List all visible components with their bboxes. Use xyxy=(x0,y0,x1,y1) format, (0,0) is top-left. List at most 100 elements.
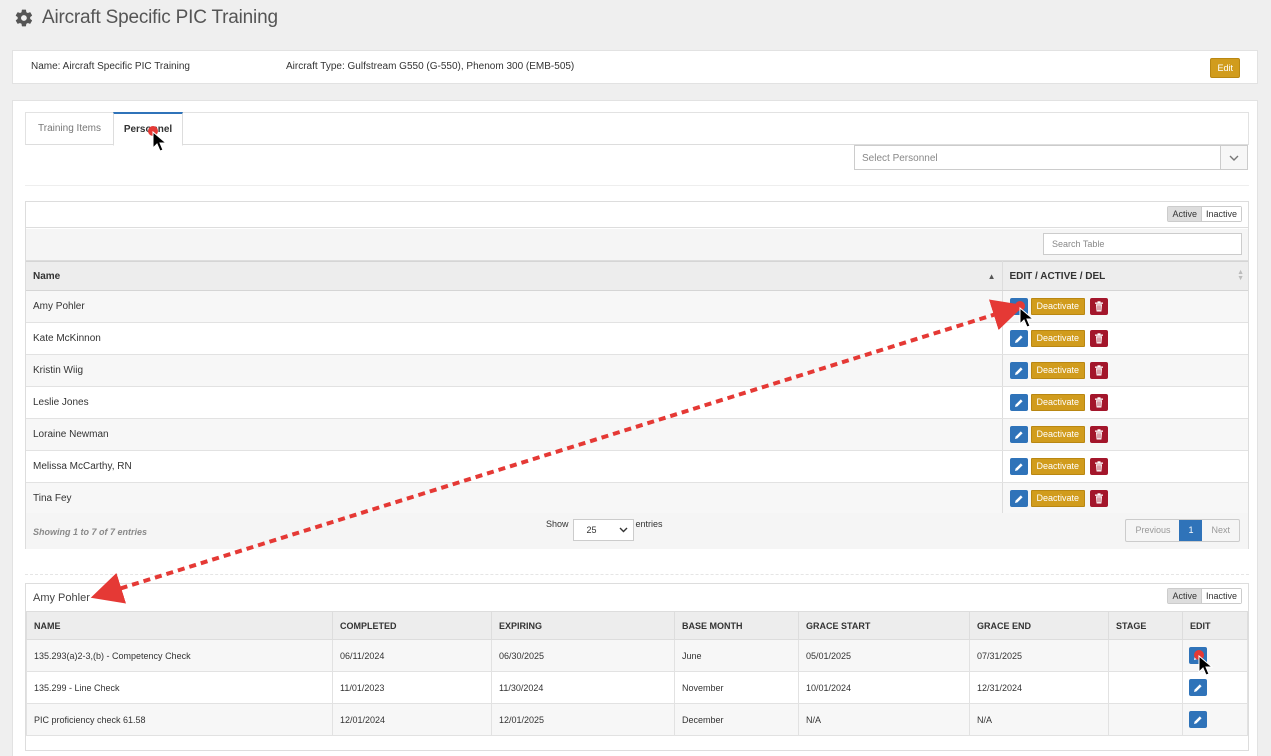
personnel-table-box: Active Inactive Name ▲ EDIT / ACTIVE / D… xyxy=(25,201,1249,549)
mouse-cursor-icon xyxy=(1019,307,1035,328)
deactivate-button[interactable]: Deactivate xyxy=(1030,330,1086,347)
cell-edit xyxy=(1182,671,1248,704)
cell-edit xyxy=(1182,639,1248,672)
deactivate-button[interactable]: Deactivate xyxy=(1030,490,1086,507)
table-row: Kate McKinnon Deactivate xyxy=(26,322,1248,355)
sort-asc-icon: ▲ xyxy=(987,272,996,281)
cell-base-month: June xyxy=(674,639,799,672)
deactivate-button[interactable]: Deactivate xyxy=(1030,394,1086,411)
detail-table-box: Amy Pohler Active Inactive NAME COMPLETED… xyxy=(25,583,1249,751)
cell-edit xyxy=(1182,703,1248,736)
cell-expiring: 12/01/2025 xyxy=(491,703,675,736)
table-row: 135.299 - Line Check 11/01/2023 11/30/2024… xyxy=(26,671,1248,704)
pagination: Previous 1 Next xyxy=(1125,519,1240,542)
tab-bar: Training Items Personnel xyxy=(25,112,1249,146)
column-header-stage[interactable]: STAGE xyxy=(1108,611,1183,640)
chevron-down-icon xyxy=(619,527,628,533)
active-toggle-button[interactable]: Active xyxy=(1168,207,1202,221)
deactivate-button[interactable]: Deactivate xyxy=(1030,298,1086,315)
detail-title: Amy Pohler xyxy=(33,592,90,604)
deactivate-button[interactable]: Deactivate xyxy=(1030,362,1086,379)
edit-pencil-icon[interactable] xyxy=(1189,711,1207,728)
edit-pencil-icon[interactable] xyxy=(1009,490,1028,507)
divider xyxy=(25,185,1249,186)
personnel-actions-cell: Deactivate xyxy=(1002,482,1248,515)
trash-icon[interactable] xyxy=(1090,458,1109,475)
cell-grace-start: N/A xyxy=(798,703,970,736)
inactive-toggle-button[interactable]: Inactive xyxy=(1201,589,1241,603)
personnel-actions-cell: Deactivate xyxy=(1002,290,1248,323)
page-length-control: Show 25 entries xyxy=(546,519,663,541)
column-header-grace-start[interactable]: GRACE START xyxy=(798,611,970,640)
edit-pencil-icon[interactable] xyxy=(1009,362,1028,379)
entries-value: 25 xyxy=(586,525,597,535)
info-panel: Name: Aircraft Specific PIC Training Air… xyxy=(12,50,1258,84)
edit-button[interactable]: Edit xyxy=(1210,58,1240,78)
search-table-input[interactable] xyxy=(1043,233,1242,255)
table-info: Showing 1 to 7 of 7 entries xyxy=(33,527,148,537)
chevron-down-icon[interactable] xyxy=(1220,146,1247,169)
column-header-base-month[interactable]: BASE MONTH xyxy=(674,611,799,640)
cell-grace-end: 07/31/2025 xyxy=(969,639,1109,672)
personnel-name-cell: Loraine Newman xyxy=(26,418,1003,451)
next-page-button[interactable]: Next xyxy=(1202,520,1239,541)
trash-icon[interactable] xyxy=(1090,298,1109,315)
column-header-name[interactable]: Name ▲ xyxy=(26,261,1003,291)
personnel-name-cell: Leslie Jones xyxy=(26,386,1003,419)
sort-both-icon: ▲ ▼ xyxy=(1237,269,1244,282)
page-1-button[interactable]: 1 xyxy=(1179,520,1203,541)
aircraft-type-label: Aircraft Type: Gulfstream G550 (G-550), … xyxy=(286,61,575,72)
table-row: Loraine Newman Deactivate xyxy=(26,418,1248,451)
trash-icon[interactable] xyxy=(1090,490,1109,507)
personnel-name-cell: Melissa McCarthy, RN xyxy=(26,450,1003,483)
edit-pencil-icon[interactable] xyxy=(1009,394,1028,411)
deactivate-button[interactable]: Deactivate xyxy=(1030,458,1086,475)
trash-icon[interactable] xyxy=(1090,426,1109,443)
cell-completed: 06/11/2024 xyxy=(332,639,492,672)
table-row: Amy Pohler Deactivate xyxy=(26,290,1248,323)
column-header-grace-end[interactable]: GRACE END xyxy=(969,611,1109,640)
training-detail-table: NAME COMPLETED EXPIRING BASE MONTH GRACE STA… xyxy=(26,611,1248,736)
active-toggle-button[interactable]: Active xyxy=(1168,589,1202,603)
cell-name: PIC proficiency check 61.58 xyxy=(26,703,333,736)
edit-pencil-icon[interactable] xyxy=(1009,330,1028,347)
search-row xyxy=(26,229,1248,261)
edit-pencil-icon[interactable] xyxy=(1009,426,1028,443)
personnel-name-cell: Kristin Wiig xyxy=(26,354,1003,387)
edit-pencil-icon[interactable] xyxy=(1189,679,1207,696)
training-name-label: Name: Aircraft Specific PIC Training xyxy=(31,61,190,72)
column-header-completed[interactable]: COMPLETED xyxy=(332,611,492,640)
tab-personnel[interactable]: Personnel xyxy=(113,112,183,146)
column-header-expiring[interactable]: EXPIRING xyxy=(491,611,675,640)
column-header-name[interactable]: NAME xyxy=(26,611,333,640)
personnel-name-cell: Tina Fey xyxy=(26,482,1003,515)
trash-icon[interactable] xyxy=(1090,362,1109,379)
column-header-edit[interactable]: EDIT xyxy=(1182,611,1248,640)
personnel-table: Name ▲ EDIT / ACTIVE / DEL ▲ ▼ Amy Pohler… xyxy=(26,261,1248,515)
mouse-cursor-icon xyxy=(1198,655,1214,676)
trash-icon[interactable] xyxy=(1090,394,1109,411)
cell-stage xyxy=(1108,671,1183,704)
inactive-toggle-button[interactable]: Inactive xyxy=(1201,207,1241,221)
entries-select[interactable]: 25 xyxy=(572,519,634,541)
cell-completed: 12/01/2024 xyxy=(332,703,492,736)
page-title: Aircraft Specific PIC Training xyxy=(42,7,278,28)
cell-completed: 11/01/2023 xyxy=(332,671,492,704)
divider xyxy=(25,574,1249,575)
personnel-actions-cell: Deactivate xyxy=(1002,418,1248,451)
deactivate-button[interactable]: Deactivate xyxy=(1030,426,1086,443)
gear-icon xyxy=(15,9,33,27)
previous-page-button[interactable]: Previous xyxy=(1126,520,1179,541)
column-header-actions[interactable]: EDIT / ACTIVE / DEL ▲ ▼ xyxy=(1002,261,1248,291)
personnel-actions-cell: Deactivate xyxy=(1002,354,1248,387)
tab-training-items[interactable]: Training Items xyxy=(26,112,113,146)
active-inactive-toggle: Active Inactive xyxy=(1167,588,1242,604)
cell-base-month: November xyxy=(674,671,799,704)
main-panel: Training Items Personnel Select Personne… xyxy=(12,100,1258,756)
mouse-cursor-icon xyxy=(152,131,168,152)
select-personnel-dropdown[interactable]: Select Personnel xyxy=(854,145,1248,170)
edit-pencil-icon[interactable] xyxy=(1009,458,1028,475)
personnel-actions-cell: Deactivate xyxy=(1002,450,1248,483)
cell-grace-end: N/A xyxy=(969,703,1109,736)
trash-icon[interactable] xyxy=(1090,330,1109,347)
